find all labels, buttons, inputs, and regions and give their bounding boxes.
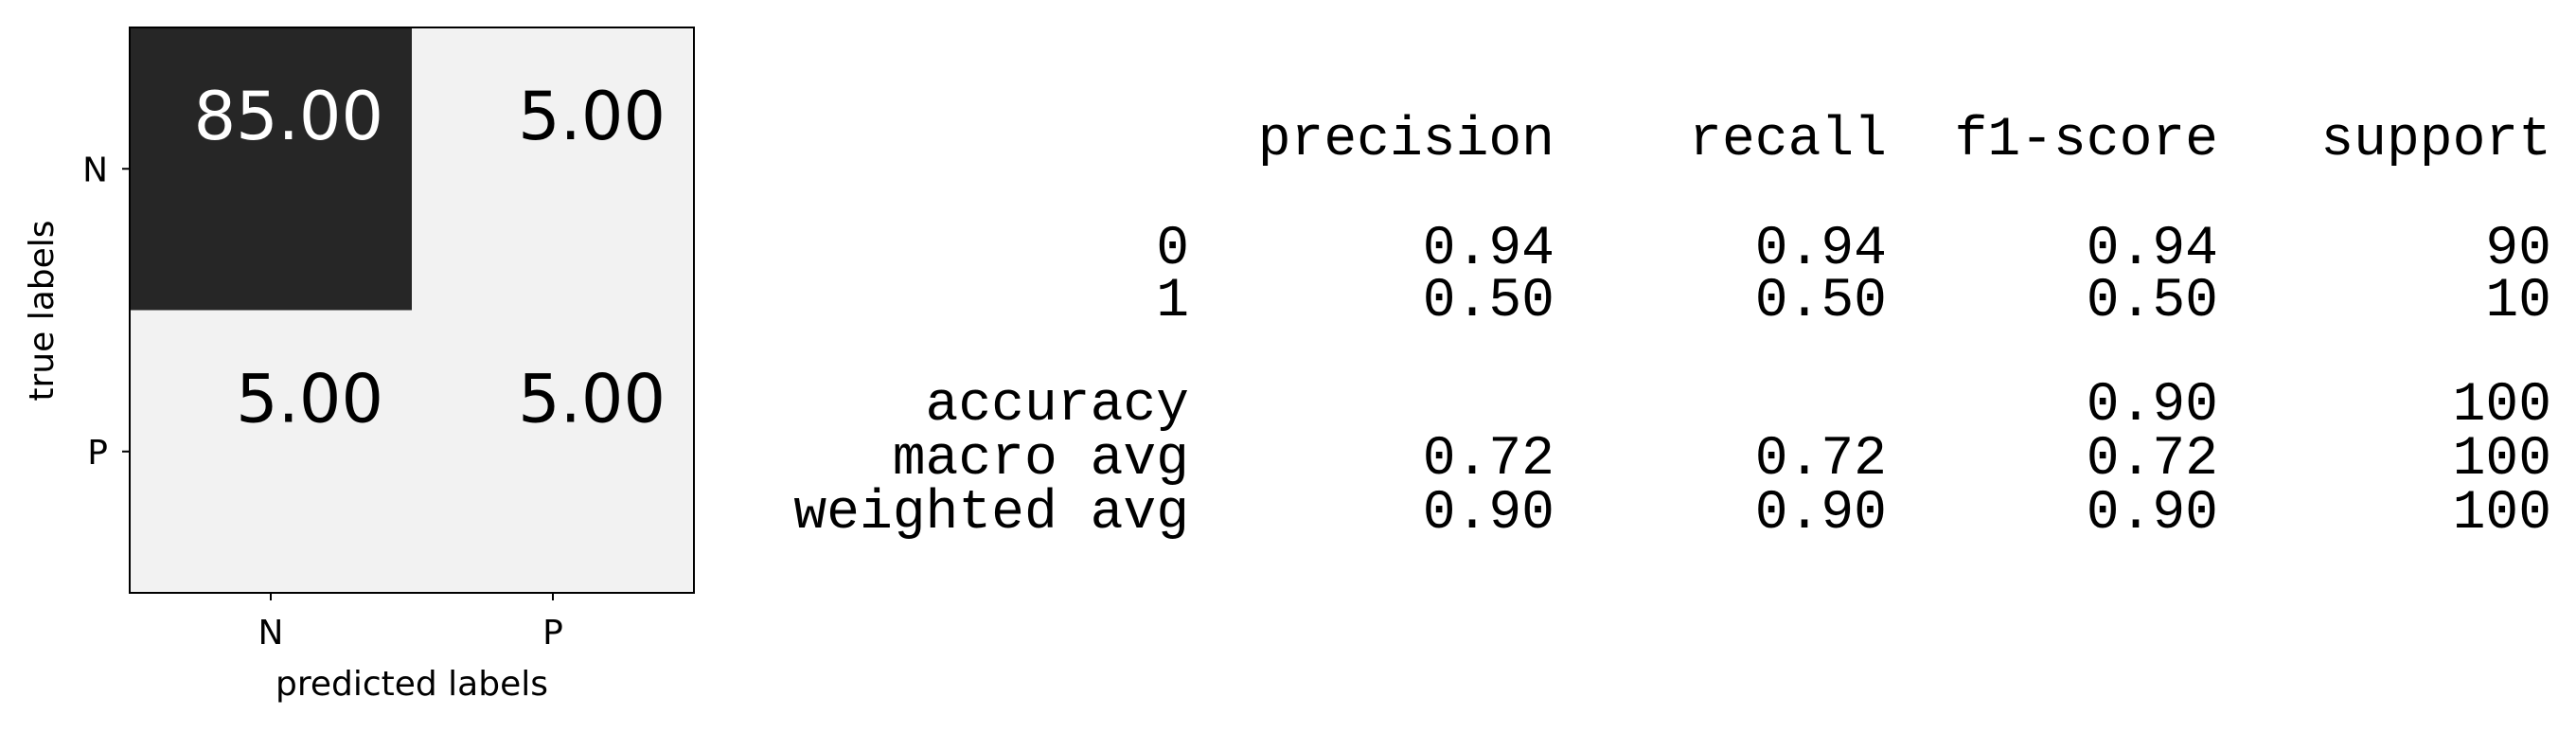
report-cell: 0.72 xyxy=(1754,429,1887,491)
report-column-header: recall xyxy=(1689,110,1887,171)
report-cell: 0.50 xyxy=(1754,271,1887,332)
report-cell: 0.94 xyxy=(1754,219,1887,280)
report-cell: 100 xyxy=(2452,429,2551,491)
report-cell: 0.72 xyxy=(2086,429,2218,491)
classification-report-table: precision recall f1-score support 0 0.94 0.94 0… xyxy=(0,0,2576,733)
report-row-label: macro avg xyxy=(892,429,1189,491)
report-row-label: accuracy xyxy=(925,375,1189,437)
report-cell: 90 xyxy=(2485,219,2551,280)
report-cell: 100 xyxy=(2452,483,2551,545)
report-cell: 0.50 xyxy=(2086,271,2218,332)
report-column-header: f1-score xyxy=(1954,110,2218,171)
report-cell: 0.94 xyxy=(1422,219,1554,280)
report-cell: 0.90 xyxy=(1754,483,1887,545)
report-cell: 100 xyxy=(2452,375,2551,437)
report-row-label: weighted avg xyxy=(793,483,1189,545)
report-cell: 10 xyxy=(2485,271,2551,332)
report-cell: 0.94 xyxy=(2086,219,2218,280)
report-row-label: 1 xyxy=(1156,271,1189,332)
report-cell: 0.90 xyxy=(1422,483,1554,545)
report-cell: 0.72 xyxy=(1422,429,1554,491)
report-cell: 0.90 xyxy=(2086,375,2218,437)
report-cell: 0.90 xyxy=(2086,483,2218,545)
report-column-header: precision xyxy=(1257,110,1554,171)
report-column-header: support xyxy=(2320,110,2551,171)
report-cell: 0.50 xyxy=(1422,271,1554,332)
report-row-label: 0 xyxy=(1156,219,1189,280)
